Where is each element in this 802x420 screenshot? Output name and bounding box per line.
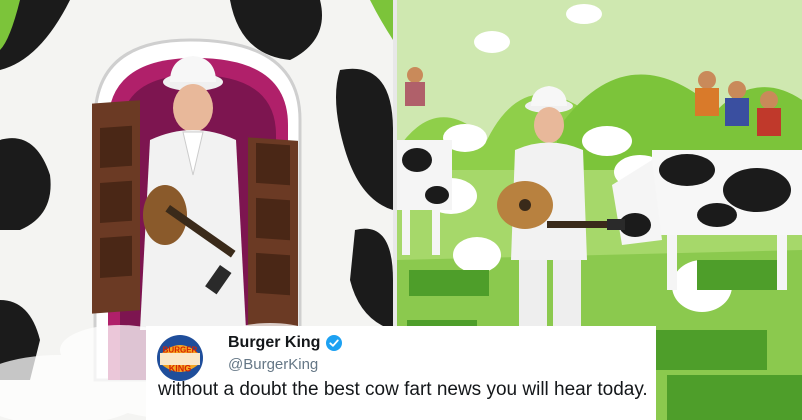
tweet-text: without a doubt the best cow fart news y… [158,379,648,400]
verified-badge-icon [326,335,343,351]
left-saloon-door [92,100,140,314]
account-name[interactable]: Burger King [228,334,320,352]
account-handle[interactable]: @BurgerKing [228,356,318,373]
svg-text:BURGER: BURGER [163,346,198,355]
svg-text:KING: KING [169,364,192,374]
tweet-card[interactable]: BURGER KING Burger King @BurgerKing with… [146,326,656,420]
burger-king-logo[interactable]: BURGER KING [156,334,204,382]
